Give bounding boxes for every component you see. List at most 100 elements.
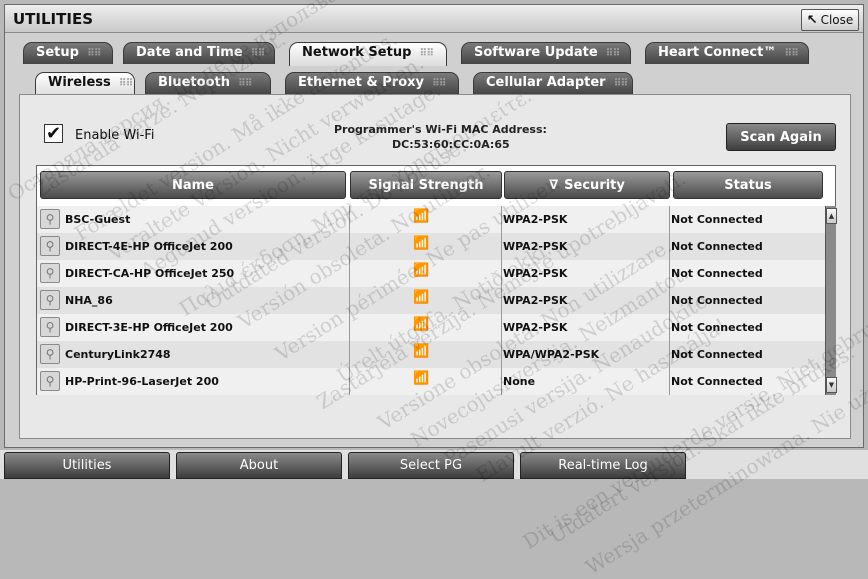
- column-header-security-label: Security: [564, 177, 625, 193]
- nav-utilities-button[interactable]: Utilities: [4, 452, 170, 479]
- subtab-wireless-label: Wireless: [48, 75, 111, 90]
- column-header-signal[interactable]: Signal Strength: [350, 171, 502, 199]
- grip-icon: ⠿⠿: [419, 48, 434, 59]
- mac-address-title: Programmer's Wi-Fi MAC Address:: [334, 123, 547, 136]
- column-divider: [669, 206, 670, 395]
- tab-network-setup-label: Network Setup: [302, 45, 412, 60]
- tab-software-update-label: Software Update: [474, 45, 598, 60]
- network-status: Not Connected: [671, 348, 763, 361]
- table-row[interactable]: ⚲ DIRECT-3E-HP OfficeJet 200 📶 WPA2-PSK Not …: [37, 314, 825, 341]
- network-status: Not Connected: [671, 375, 763, 388]
- subtab-cellular-adapter-label: Cellular Adapter: [486, 75, 606, 90]
- network-name: BSC-Guest: [65, 213, 131, 226]
- network-icon: ⚲: [40, 263, 60, 283]
- column-header-status[interactable]: Status: [673, 171, 823, 199]
- network-status: Not Connected: [671, 294, 763, 307]
- enable-wifi-label: Enable Wi-Fi: [75, 128, 155, 143]
- tab-setup[interactable]: Setup ⠿⠿: [23, 42, 113, 64]
- grip-icon: ⠿⠿: [250, 48, 266, 59]
- network-security: WPA2-PSK: [503, 294, 568, 307]
- close-label: Close: [820, 13, 854, 27]
- grip-icon: ⠿⠿: [86, 48, 102, 59]
- network-security: WPA2-PSK: [503, 321, 568, 334]
- network-name: CenturyLink2748: [65, 348, 171, 361]
- table-row[interactable]: ⚲ BSC-Guest 📶 WPA2-PSK Not Connected: [37, 206, 825, 233]
- table-row[interactable]: ⚲ DIRECT-CA-HP OfficeJet 250 📶 WPA2-PSK Not …: [37, 260, 825, 287]
- network-icon: ⚲: [40, 290, 60, 310]
- network-security: WPA2-PSK: [503, 240, 568, 253]
- grip-icon: ⠿⠿: [613, 78, 629, 89]
- grip-icon: ⠿⠿: [118, 78, 134, 89]
- wifi-signal-icon: 📶: [413, 263, 430, 278]
- column-header-security[interactable]: ∇ Security: [504, 171, 670, 199]
- network-status: Not Connected: [671, 267, 763, 280]
- close-arrow-icon: ↖: [806, 12, 818, 28]
- network-name: HP-Print-96-LaserJet 200: [65, 375, 219, 388]
- grip-icon: ⠿⠿: [605, 48, 621, 59]
- grip-icon: ⠿⠿: [237, 78, 253, 89]
- column-header-name[interactable]: Name: [40, 171, 346, 199]
- table-row[interactable]: ⚲ NHA_86 📶 WPA2-PSK Not Connected: [37, 287, 825, 314]
- enable-wifi-checkbox[interactable]: ✔: [44, 124, 63, 143]
- column-divider: [501, 206, 502, 395]
- network-security: None: [503, 375, 536, 388]
- scan-again-button[interactable]: Scan Again: [726, 123, 836, 151]
- tab-setup-label: Setup: [36, 45, 79, 60]
- bottom-nav: Utilities About Select PG Real-time Log: [0, 450, 868, 479]
- tab-heart-connect-label: Heart Connect™: [658, 45, 777, 60]
- network-icon: ⚲: [40, 344, 60, 364]
- wifi-signal-icon: 📶: [413, 290, 430, 305]
- network-status: Not Connected: [671, 321, 763, 334]
- column-header-signal-label: Signal Strength: [368, 177, 484, 193]
- column-header-status-label: Status: [724, 177, 772, 193]
- network-icon: ⚲: [40, 236, 60, 256]
- nav-realtime-log-button[interactable]: Real-time Log: [520, 452, 686, 479]
- network-status: Not Connected: [671, 213, 763, 226]
- subtab-bluetooth-label: Bluetooth: [158, 75, 230, 90]
- tab-network-setup[interactable]: Network Setup ⠿⠿: [289, 42, 447, 66]
- utilities-window: UTILITIES ↖ Close Setup ⠿⠿ Date and Time ⠿…: [4, 4, 864, 448]
- wifi-signal-icon: 📶: [413, 317, 430, 332]
- network-name: DIRECT-4E-HP OfficeJet 200: [65, 240, 233, 253]
- network-name: DIRECT-3E-HP OfficeJet 200: [65, 321, 233, 334]
- subtab-bluetooth[interactable]: Bluetooth ⠿⠿: [145, 72, 271, 94]
- network-name: DIRECT-CA-HP OfficeJet 250: [65, 267, 235, 280]
- table-row[interactable]: ⚲ CenturyLink2748 📶 WPA/WPA2-PSK Not Connect…: [37, 341, 825, 368]
- network-security: WPA/WPA2-PSK: [503, 348, 600, 361]
- grip-icon: ⠿⠿: [431, 78, 447, 89]
- subtab-ethernet-proxy[interactable]: Ethernet & Proxy ⠿⠿: [285, 72, 459, 94]
- wifi-signal-icon: 📶: [413, 371, 430, 386]
- network-status: Not Connected: [671, 240, 763, 253]
- scroll-down-icon[interactable]: ▼: [826, 377, 837, 393]
- subtab-ethernet-proxy-label: Ethernet & Proxy: [298, 75, 424, 90]
- tab-date-and-time[interactable]: Date and Time ⠿⠿: [123, 42, 275, 64]
- nav-select-pg-button[interactable]: Select PG: [348, 452, 514, 479]
- network-table: Name Signal Strength ∇ Security Status ⚲…: [36, 165, 837, 395]
- nav-about-button[interactable]: About: [176, 452, 342, 479]
- network-security: WPA2-PSK: [503, 213, 568, 226]
- network-name: NHA_86: [65, 294, 113, 307]
- table-row[interactable]: ⚲ HP-Print-96-LaserJet 200 📶 None Not Connec…: [37, 368, 825, 395]
- tab-software-update[interactable]: Software Update ⠿⠿: [461, 42, 631, 64]
- table-row[interactable]: ⚲ DIRECT-4E-HP OfficeJet 200 📶 WPA2-PSK Not …: [37, 233, 825, 260]
- mac-address-value: DC:53:60:CC:0A:65: [392, 138, 510, 151]
- close-button[interactable]: ↖ Close: [801, 9, 859, 31]
- network-icon: ⚲: [40, 371, 60, 391]
- scroll-up-icon[interactable]: ▲: [826, 208, 837, 224]
- wireless-panel: ✔ Enable Wi-Fi Programmer's Wi-Fi MAC Ad…: [19, 94, 851, 439]
- wifi-signal-icon: 📶: [413, 236, 430, 251]
- sort-descending-icon: ∇: [549, 177, 559, 193]
- subtab-wireless[interactable]: Wireless ⠿⠿: [35, 72, 135, 96]
- network-icon: ⚲: [40, 317, 60, 337]
- tab-date-and-time-label: Date and Time: [136, 45, 243, 60]
- column-header-name-label: Name: [171, 177, 214, 193]
- network-security: WPA2-PSK: [503, 267, 568, 280]
- tab-heart-connect[interactable]: Heart Connect™ ⠿⠿: [645, 42, 809, 64]
- wifi-signal-icon: 📶: [413, 344, 430, 359]
- subtab-cellular-adapter[interactable]: Cellular Adapter ⠿⠿: [473, 72, 633, 94]
- grip-icon: ⠿⠿: [784, 48, 799, 59]
- title-bar: UTILITIES ↖ Close: [5, 5, 863, 33]
- window-title: UTILITIES: [13, 10, 93, 28]
- wifi-signal-icon: 📶: [413, 209, 430, 224]
- vertical-scrollbar[interactable]: ▲ ▼: [825, 206, 837, 395]
